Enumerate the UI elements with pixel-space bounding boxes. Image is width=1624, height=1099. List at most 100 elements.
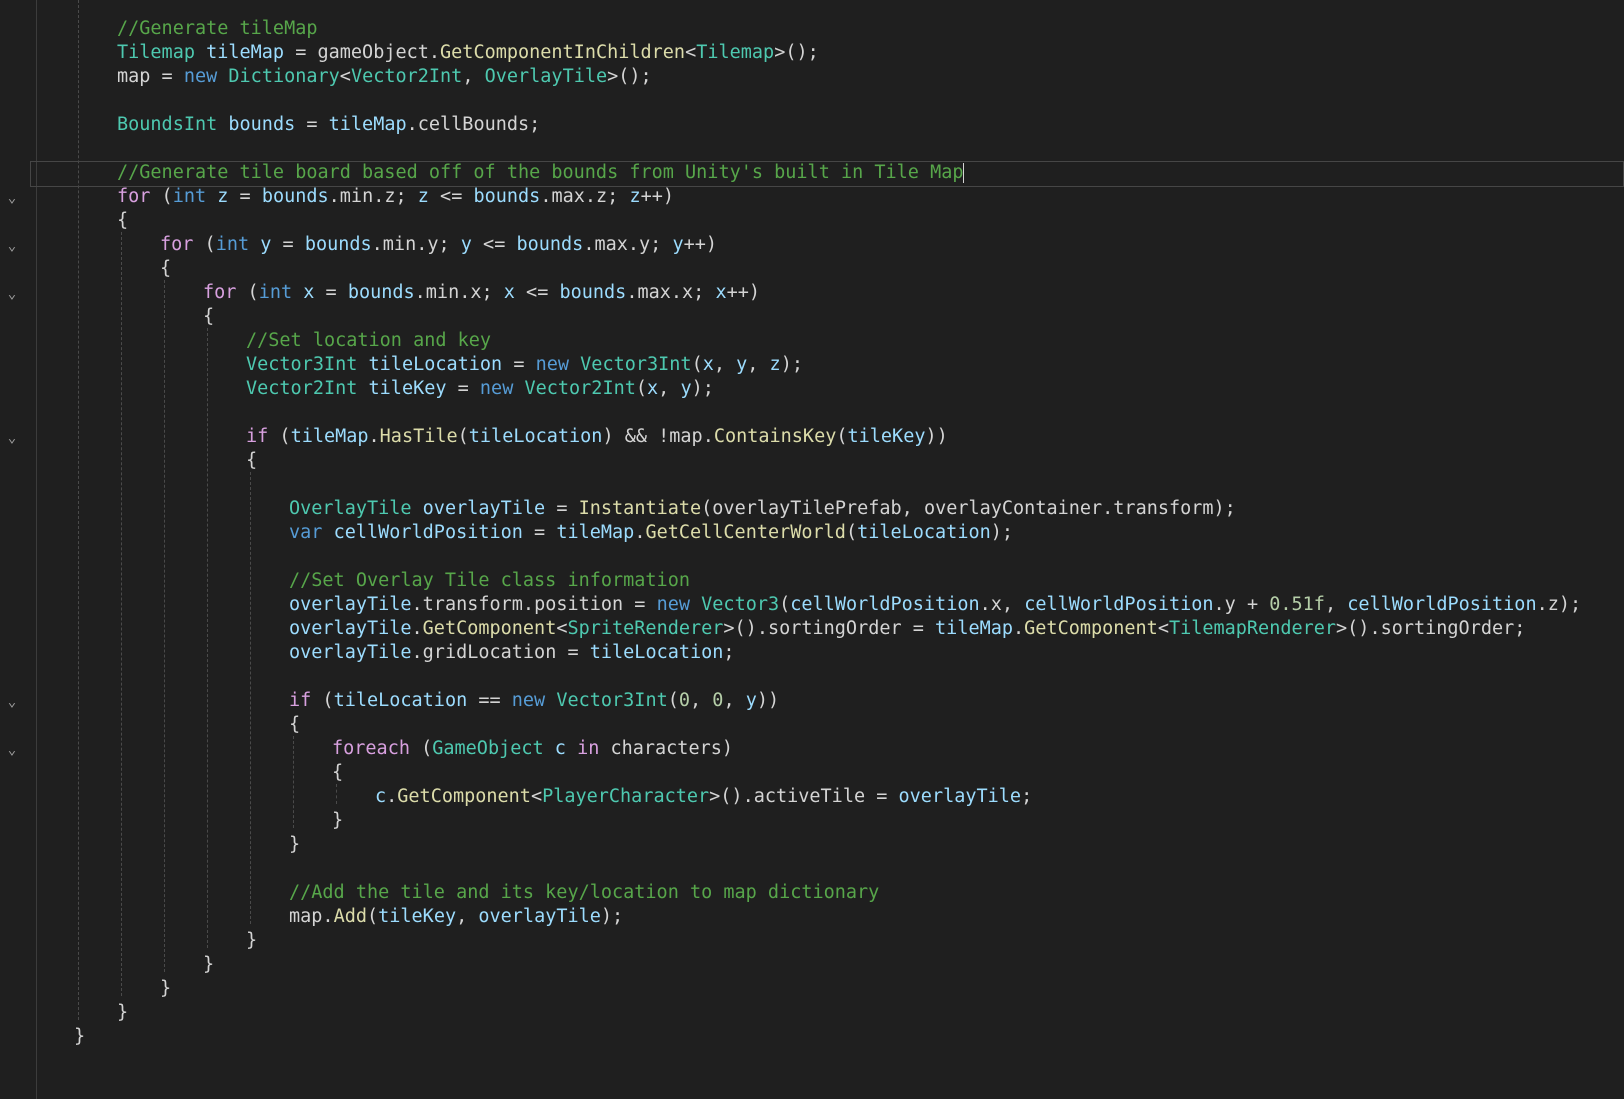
identifier-token: activeTile (753, 786, 866, 807)
variable-token: bounds (228, 114, 296, 135)
identifier-token: sortingOrder (767, 618, 902, 639)
code-line[interactable]: for (int x = bounds.min.x; x <= bounds.m… (203, 281, 760, 306)
comment: //Add the tile and its key/location to m… (289, 882, 880, 903)
variable-token: cellWorldPosition (1347, 594, 1537, 615)
fold-chevron-icon[interactable]: ⌄ (4, 430, 20, 446)
variable-token: overlayTile (478, 906, 601, 927)
code-line[interactable]: { (332, 761, 343, 786)
variable-token: overlayTile (289, 618, 412, 639)
code-line[interactable]: Vector2Int tileKey = new Vector2Int(x, y… (246, 377, 714, 402)
code-line[interactable]: if (tileMap.HasTile(tileLocation) && !ma… (246, 425, 948, 450)
code-line[interactable]: map.Add(tileKey, overlayTile); (289, 905, 623, 930)
identifier-token: map (117, 66, 151, 87)
type-token: Tilemap (117, 42, 195, 63)
code-line[interactable]: overlayTile.GetComponent<SpriteRenderer>… (289, 617, 1525, 642)
code-line[interactable]: { (160, 257, 171, 282)
method-token: ContainsKey (713, 426, 837, 447)
code-line[interactable]: map = new Dictionary<Vector2Int, Overlay… (117, 65, 652, 90)
fold-chevron-icon[interactable]: ⌄ (4, 694, 20, 710)
variable-token: cellWorldPosition (790, 594, 980, 615)
method-token: GetComponent (422, 618, 557, 639)
variable-token: tileKey (368, 378, 447, 399)
keyword-token: for (160, 234, 194, 255)
variable-token: tileLocation (857, 522, 991, 543)
code-line[interactable]: OverlayTile overlayTile = Instantiate(ov… (289, 497, 1236, 522)
code-line[interactable]: { (203, 305, 214, 330)
comment: //Generate tileMap (117, 18, 318, 39)
code-line[interactable]: c.GetComponent<PlayerCharacter>().active… (375, 785, 1032, 810)
code-line[interactable]: for (int y = bounds.min.y; y <= bounds.m… (160, 233, 717, 258)
variable-token: cellWorldPosition (1024, 594, 1214, 615)
code-line[interactable]: foreach (GameObject c in characters) (332, 737, 733, 762)
code-line[interactable]: } (74, 1025, 85, 1050)
identifier-token: gridLocation (422, 642, 557, 663)
code-line[interactable]: } (289, 833, 300, 858)
keyword-token: for (203, 282, 237, 303)
code-line[interactable]: BoundsInt bounds = tileMap.cellBounds; (117, 113, 540, 138)
method-token: GetCellCenterWorld (645, 522, 846, 543)
keyword-token: in (577, 738, 600, 759)
code-line[interactable]: { (246, 449, 257, 474)
variable-token: bounds (261, 186, 329, 207)
code-line[interactable]: var cellWorldPosition = tileMap.GetCellC… (289, 521, 1013, 546)
comment: //Set Overlay Tile class information (289, 570, 690, 591)
code-line[interactable]: //Set location and key (246, 329, 491, 354)
fold-chevron-icon[interactable]: ⌄ (4, 742, 20, 758)
fold-chevron-icon[interactable]: ⌄ (4, 238, 20, 254)
variable-token: c (375, 786, 387, 807)
type-token: TilemapRenderer (1168, 618, 1337, 639)
fold-chevron-icon[interactable]: ⌄ (4, 286, 20, 302)
comment: //Set location and key (246, 330, 492, 351)
code-line[interactable]: { (117, 209, 128, 234)
keyword-token: for (117, 186, 151, 207)
type-token: PlayerCharacter (542, 786, 710, 807)
method-token: GetComponent (397, 786, 531, 807)
keyword-token: foreach (332, 738, 410, 759)
type-token: BoundsInt (117, 114, 218, 135)
code-line[interactable]: //Generate tile board based off of the b… (117, 161, 965, 186)
variable-token: tileMap (206, 42, 285, 63)
code-line[interactable]: //Generate tileMap (117, 17, 317, 42)
variable-token: bounds (347, 282, 415, 303)
indent-guide (293, 736, 294, 828)
code-line[interactable]: if (tileLocation == new Vector3Int(0, 0,… (289, 689, 779, 714)
indent-guide (121, 232, 122, 996)
code-line[interactable]: Tilemap tileMap = gameObject.GetComponen… (117, 41, 819, 66)
variable-token: tileMap (556, 522, 635, 543)
code-line[interactable]: //Set Overlay Tile class information (289, 569, 690, 594)
identifier-token: max (637, 282, 671, 303)
variable-token: tileLocation (589, 642, 724, 663)
code-line[interactable]: } (203, 953, 214, 978)
identifier-token: map (289, 906, 323, 927)
code-line[interactable]: } (246, 929, 257, 954)
identifier-token: min (382, 234, 417, 255)
code-line[interactable]: overlayTile.gridLocation = tileLocation; (289, 641, 735, 666)
code-line[interactable]: } (117, 1001, 128, 1026)
type-token: Vector2Int (524, 378, 636, 399)
variable-token: overlayTile (289, 642, 412, 663)
code-line[interactable]: for (int z = bounds.min.z; z <= bounds.m… (117, 185, 674, 210)
keyword-token: if (289, 690, 312, 711)
identifier-token: characters (610, 738, 722, 759)
identifier-token: overlayContainer (923, 498, 1103, 519)
keyword-token: int (172, 186, 207, 207)
type-token: Vector2Int (350, 66, 463, 87)
code-editor[interactable]: ⌄ ⌄ ⌄ ⌄ ⌄ ⌄ //Generate tileMap Tilemap t… (0, 0, 1624, 1099)
code-line[interactable]: //Add the tile and its key/location to m… (289, 881, 879, 906)
number-token: 0 (712, 690, 724, 711)
code-line[interactable]: Vector3Int tileLocation = new Vector3Int… (246, 353, 803, 378)
code-line[interactable]: { (289, 713, 300, 738)
code-line[interactable]: } (160, 977, 171, 1002)
code-line[interactable]: } (332, 809, 343, 834)
variable-token: tileKey (378, 906, 457, 927)
type-token: OverlayTile (289, 498, 412, 519)
identifier-token: min (339, 186, 374, 207)
number-token: 0 (678, 690, 691, 711)
code-line[interactable]: overlayTile.transform.position = new Vec… (289, 593, 1581, 618)
comment: //Generate tile board based off of the b… (117, 162, 964, 183)
type-token: Dictionary (228, 66, 340, 87)
variable-token: tileLocation (333, 690, 468, 711)
identifier-token: overlayTilePrefab (712, 498, 902, 519)
fold-chevron-icon[interactable]: ⌄ (4, 190, 20, 206)
indent-guide (78, 0, 79, 1020)
